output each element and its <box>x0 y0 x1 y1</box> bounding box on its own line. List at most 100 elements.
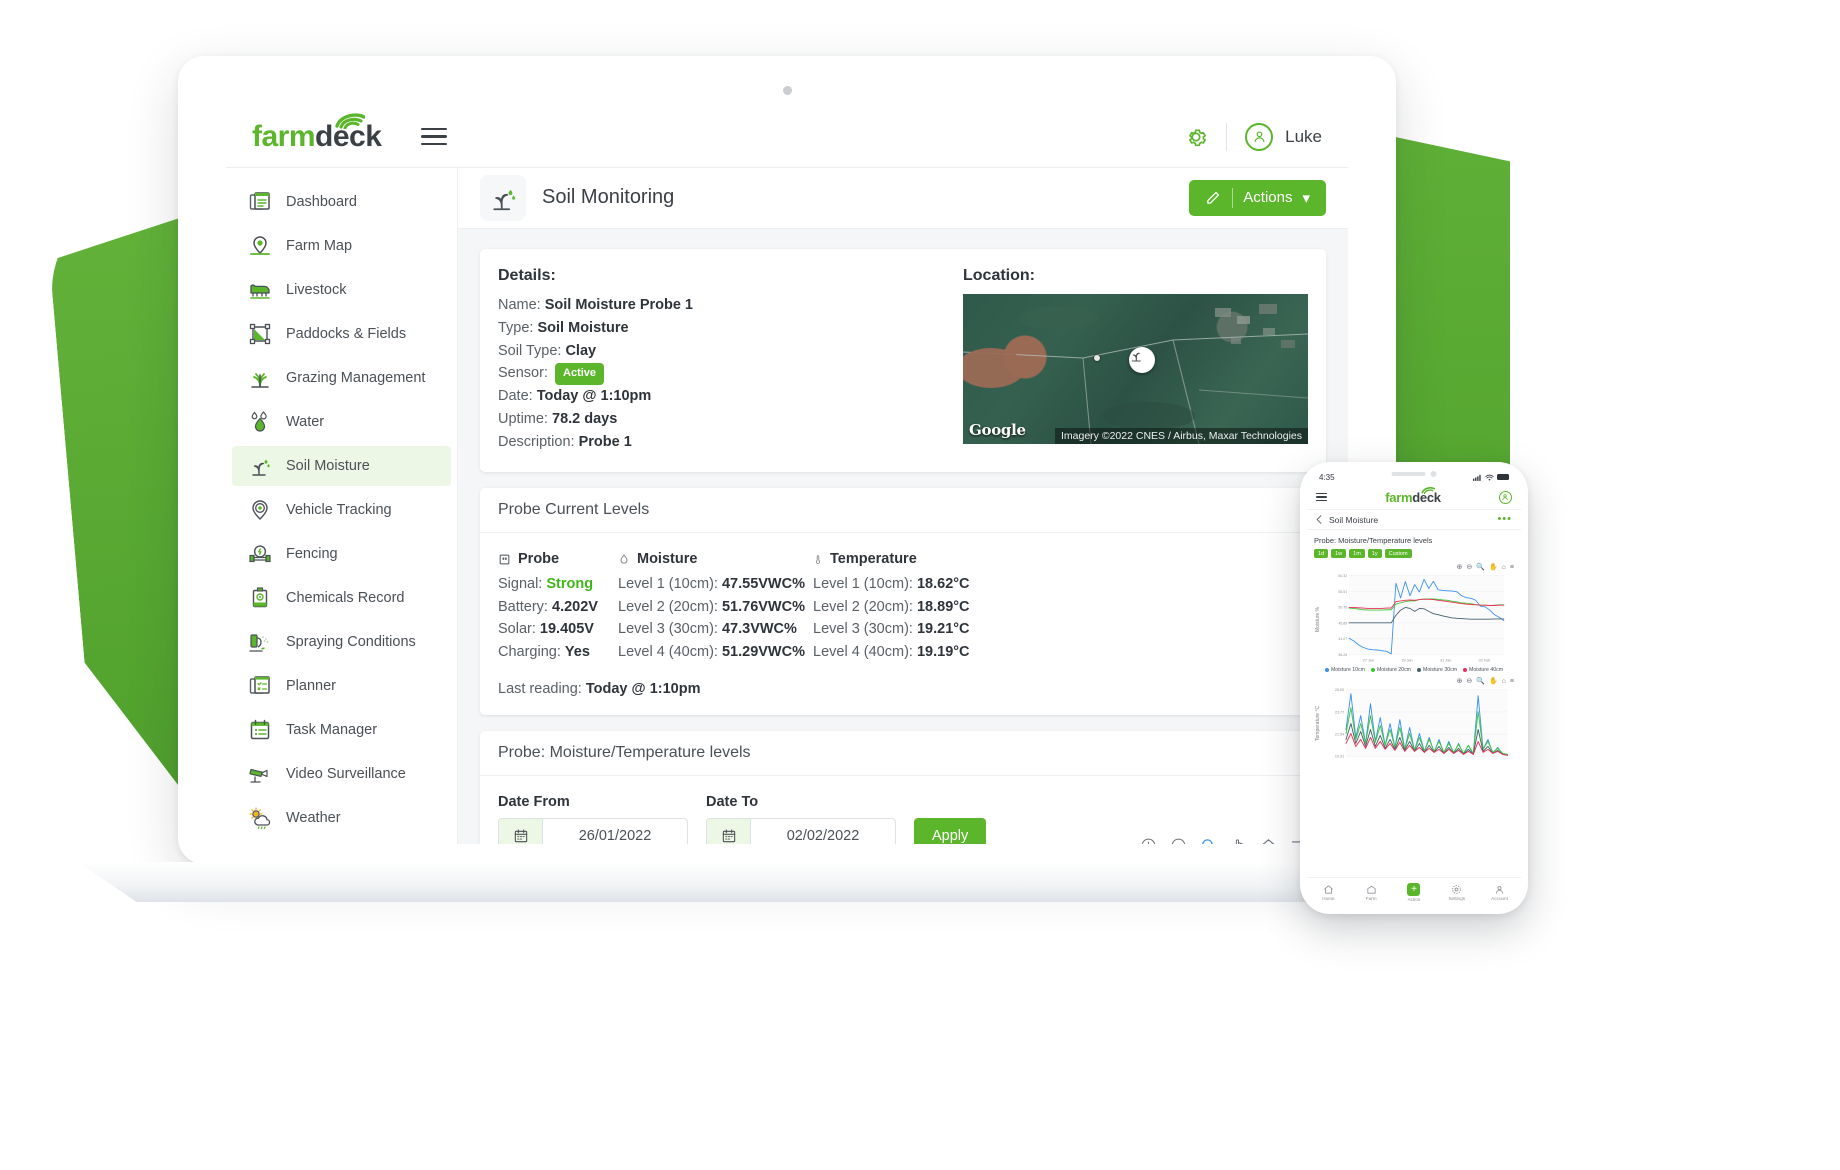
home-reset-icon[interactable]: ⌂ <box>1502 564 1506 571</box>
apply-button[interactable]: Apply <box>914 818 986 844</box>
sidebar-item-weather[interactable]: Weather <box>232 798 451 838</box>
sidebar-item-dashboard[interactable]: Dashboard <box>232 182 451 222</box>
zoom-select-icon[interactable] <box>1200 837 1217 844</box>
zoom-select-icon[interactable]: 🔍 <box>1476 677 1485 685</box>
sprout-icon <box>1129 347 1145 363</box>
grass-icon <box>248 366 272 390</box>
zoom-in-icon[interactable]: ⊕ <box>1456 677 1462 685</box>
chevron-left-icon[interactable] <box>1316 515 1322 524</box>
status-badge: Active <box>555 363 604 384</box>
temperature-axis-label: Temperature °C <box>1314 687 1322 759</box>
sidebar-item-water[interactable]: Water <box>232 402 451 442</box>
phone-temperature-chart[interactable]: Temperature °C 26.0023.7721.5419.31 <box>1314 687 1514 759</box>
tab-account[interactable]: Account <box>1478 884 1521 901</box>
speaker-grill <box>1392 472 1426 476</box>
tab-label: Account <box>1491 896 1508 901</box>
range-chip-1y[interactable]: 1y <box>1368 549 1382 558</box>
range-chip-1m[interactable]: 1m <box>1349 549 1365 558</box>
zoom-in-icon[interactable]: ⊕ <box>1456 563 1462 571</box>
pan-icon[interactable] <box>1230 837 1247 844</box>
phone-chart-toolbar-1: ⊕ ⊖ 🔍 ✋ ⌂ ≡ <box>1314 563 1514 571</box>
zoom-in-icon[interactable] <box>1140 837 1157 844</box>
zoom-out-icon[interactable]: ⊖ <box>1466 677 1472 685</box>
range-chip-custom[interactable]: Custom <box>1385 549 1412 558</box>
tab-action[interactable]: + Action <box>1393 883 1436 902</box>
date-to-input[interactable]: 02/02/2022 <box>706 818 896 844</box>
sidebar-item-video-surveillance[interactable]: Video Surveillance <box>232 754 451 794</box>
sidebar-item-fencing[interactable]: Fencing <box>232 534 451 574</box>
camera-icon <box>248 762 272 786</box>
sidebar-item-chemicals-record[interactable]: Chemicals Record <box>232 578 451 618</box>
phone-status-bar: 4:35 <box>1307 469 1521 485</box>
actions-button[interactable]: Actions ▾ <box>1189 180 1326 216</box>
map-probe-marker[interactable] <box>1129 347 1155 373</box>
main-content: Soil Monitoring Actions ▾ <box>458 168 1348 844</box>
sidebar-item-soil-moisture[interactable]: Soil Moisture <box>232 446 451 486</box>
sidebar-item-spraying-conditions[interactable]: Spraying Conditions <box>232 622 451 662</box>
user-avatar-icon[interactable] <box>1499 491 1512 504</box>
sidebar-item-settings[interactable]: Settings <box>232 842 451 844</box>
more-dots-icon[interactable]: ••• <box>1497 514 1512 525</box>
date-from-value[interactable]: 26/01/2022 <box>543 819 687 844</box>
sidebar-item-paddocks-fields[interactable]: Paddocks & Fields <box>232 314 451 354</box>
date-to-value[interactable]: 02/02/2022 <box>751 819 895 844</box>
sidebar-item-label: Spraying Conditions <box>286 634 416 650</box>
row-value: 19.405V <box>540 621 594 637</box>
date-from-input[interactable]: 26/01/2022 <box>498 818 688 844</box>
hamburger-menu-button[interactable] <box>421 123 447 151</box>
menu-icon[interactable]: ≡ <box>1510 564 1514 571</box>
row-label: Level 2 (20cm): <box>618 599 718 615</box>
date-from-label: Date From <box>498 794 688 810</box>
water-drop-icon <box>248 410 272 434</box>
tab-settings[interactable]: Settings <box>1435 884 1478 901</box>
svg-text:26.00: 26.00 <box>1335 688 1344 692</box>
temperature-column-heading: Temperature <box>813 551 1308 567</box>
tab-farm[interactable]: Farm <box>1350 884 1393 901</box>
calendar-icon[interactable] <box>707 819 751 844</box>
farmdeck-logo[interactable]: farmdeck <box>252 122 381 152</box>
sidebar-item-planner[interactable]: Planner <box>232 666 451 706</box>
sidebar-item-farm-map[interactable]: Farm Map <box>232 226 451 266</box>
gear-icon[interactable] <box>1184 125 1208 149</box>
phone-moisture-chart[interactable]: Moisture % 60.3255.5150.7045.8941.0736.2… <box>1314 573 1514 665</box>
range-chip-1w[interactable]: 1w <box>1331 549 1346 558</box>
tab-home[interactable]: Home <box>1307 884 1350 901</box>
tab-label: Action <box>1408 897 1421 902</box>
row-value: Yes <box>565 644 590 660</box>
field-icon <box>248 322 272 346</box>
sidebar-item-grazing-management[interactable]: Grazing Management <box>232 358 451 398</box>
svg-text:29 Jan: 29 Jan <box>1401 658 1412 662</box>
phone-content: Probe: Moisture/Temperature levels 1d 1w… <box>1307 530 1521 765</box>
home-reset-icon[interactable] <box>1260 837 1277 844</box>
zoom-out-icon[interactable] <box>1170 837 1187 844</box>
moisture-row-4: Level 4 (40cm): 51.29VWC% <box>618 641 813 663</box>
sidebar-item-livestock[interactable]: Livestock <box>232 270 451 310</box>
zoom-select-icon[interactable]: 🔍 <box>1476 563 1485 571</box>
svg-text:21.54: 21.54 <box>1335 733 1344 737</box>
sidebar-item-label: Vehicle Tracking <box>286 502 392 518</box>
pan-icon[interactable]: ✋ <box>1489 677 1498 685</box>
detail-row-uptime: Uptime: 78.2 days <box>498 408 953 431</box>
satellite-map[interactable]: Google Imagery ©2022 CNES / Airbus, Maxa… <box>963 294 1308 444</box>
signal-icon <box>1473 474 1482 481</box>
row-value: Strong <box>546 576 593 592</box>
logo-text-farm: farm <box>1385 490 1412 505</box>
menu-icon[interactable]: ≡ <box>1510 678 1514 685</box>
hamburger-menu-button[interactable] <box>1316 490 1327 503</box>
pan-icon[interactable]: ✋ <box>1489 563 1498 571</box>
phone-tabbar: Home Farm + Action Settings <box>1307 877 1521 907</box>
sidebar-item-vehicle-tracking[interactable]: Vehicle Tracking <box>232 490 451 530</box>
user-menu[interactable]: Luke <box>1245 123 1322 151</box>
status-icons <box>1473 474 1509 481</box>
wifi-signal-icon <box>1421 486 1435 494</box>
legend-item: Moisture 20cm <box>1371 667 1411 673</box>
farmdeck-logo[interactable]: farmdeck <box>1385 491 1440 504</box>
range-chip-1d[interactable]: 1d <box>1314 549 1328 558</box>
row-label: Level 3 (30cm): <box>813 621 913 637</box>
cow-icon <box>248 278 272 302</box>
home-reset-icon[interactable]: ⌂ <box>1502 678 1506 685</box>
calendar-icon[interactable] <box>499 819 543 844</box>
details-heading: Details: <box>498 267 953 285</box>
zoom-out-icon[interactable]: ⊖ <box>1466 563 1472 571</box>
sidebar-item-task-manager[interactable]: Task Manager <box>232 710 451 750</box>
